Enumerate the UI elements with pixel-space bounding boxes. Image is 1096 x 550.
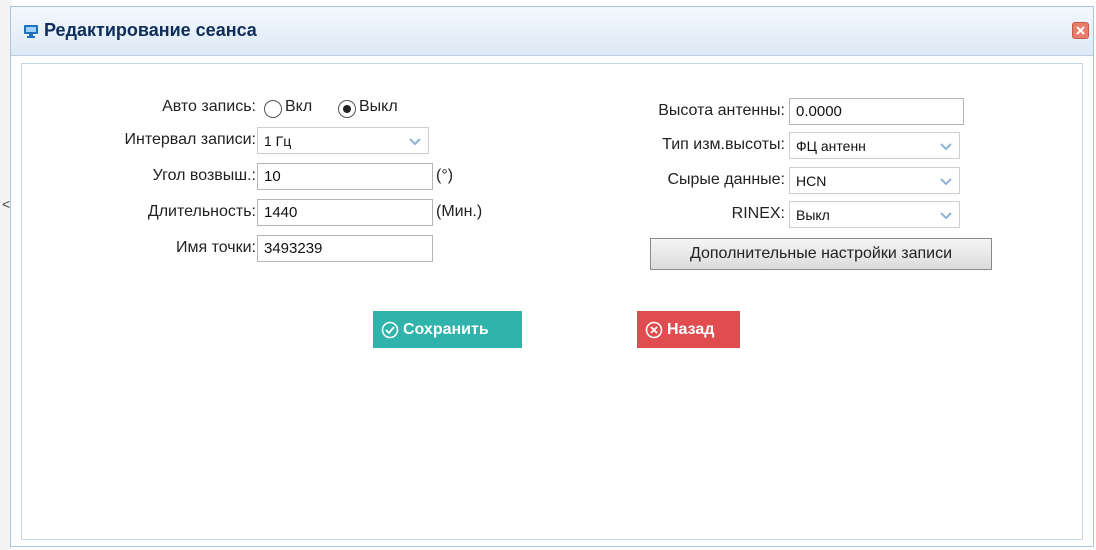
rinex-select[interactable]: Выкл xyxy=(789,201,960,228)
monitor-icon xyxy=(24,25,38,38)
duration-input[interactable]: 1440 xyxy=(257,199,433,226)
chevron-down-icon xyxy=(940,143,952,151)
raw-data-value: HCN xyxy=(796,173,827,189)
auto-record-label: Авто запись: xyxy=(162,98,256,115)
rinex-label: RINEX: xyxy=(731,205,785,222)
back-button-label: Назад xyxy=(667,321,715,338)
duration-unit: (Мин.) xyxy=(436,203,483,220)
raw-data-select[interactable]: HCN xyxy=(789,167,960,194)
edit-session-dialog: Редактирование сеанса Авто запись: Вкл В… xyxy=(10,6,1094,547)
auto-record-on-radio[interactable] xyxy=(264,100,282,118)
point-name-input[interactable]: 3493239 xyxy=(257,235,433,262)
interval-value: 1 Гц xyxy=(264,133,292,149)
elevation-label: Угол возвыш.: xyxy=(152,167,256,184)
close-button[interactable] xyxy=(1072,22,1089,39)
save-button-label: Сохранить xyxy=(403,321,489,338)
elevation-unit: (°) xyxy=(436,167,454,184)
back-button[interactable]: Назад xyxy=(637,311,740,348)
background-arrow-glyph: < xyxy=(2,196,11,212)
check-circle-icon xyxy=(381,321,399,339)
advanced-record-settings-button[interactable]: Дополнительные настройки записи xyxy=(650,238,992,270)
interval-select[interactable]: 1 Гц xyxy=(257,127,429,154)
dialog-body: Авто запись: Вкл Выкл Интервал записи: 1… xyxy=(21,63,1083,540)
dialog-title: Редактирование сеанса xyxy=(44,20,257,40)
chevron-down-icon xyxy=(940,178,952,186)
chevron-down-icon xyxy=(940,212,952,220)
save-button[interactable]: Сохранить xyxy=(373,311,522,348)
raw-data-label: Сырые данные: xyxy=(667,171,785,188)
auto-record-on-label: Вкл xyxy=(285,98,313,115)
height-type-select[interactable]: ФЦ антенн xyxy=(789,132,960,159)
antenna-height-label: Высота антенны: xyxy=(658,102,785,119)
height-type-label: Тип изм.высоты: xyxy=(662,136,785,153)
elevation-input[interactable]: 10 xyxy=(257,163,433,190)
duration-label: Длительность: xyxy=(147,203,256,220)
auto-record-off-label: Выкл xyxy=(359,98,398,115)
x-circle-icon xyxy=(645,321,663,339)
auto-record-off-radio[interactable] xyxy=(338,100,356,118)
point-name-label: Имя точки: xyxy=(175,239,256,256)
interval-label: Интервал записи: xyxy=(124,131,257,148)
chevron-down-icon xyxy=(409,138,421,146)
rinex-value: Выкл xyxy=(796,207,830,223)
close-icon xyxy=(1076,26,1085,35)
antenna-height-input[interactable]: 0.0000 xyxy=(789,98,964,125)
dialog-titlebar: Редактирование сеанса xyxy=(11,7,1093,56)
height-type-value: ФЦ антенн xyxy=(796,138,866,154)
